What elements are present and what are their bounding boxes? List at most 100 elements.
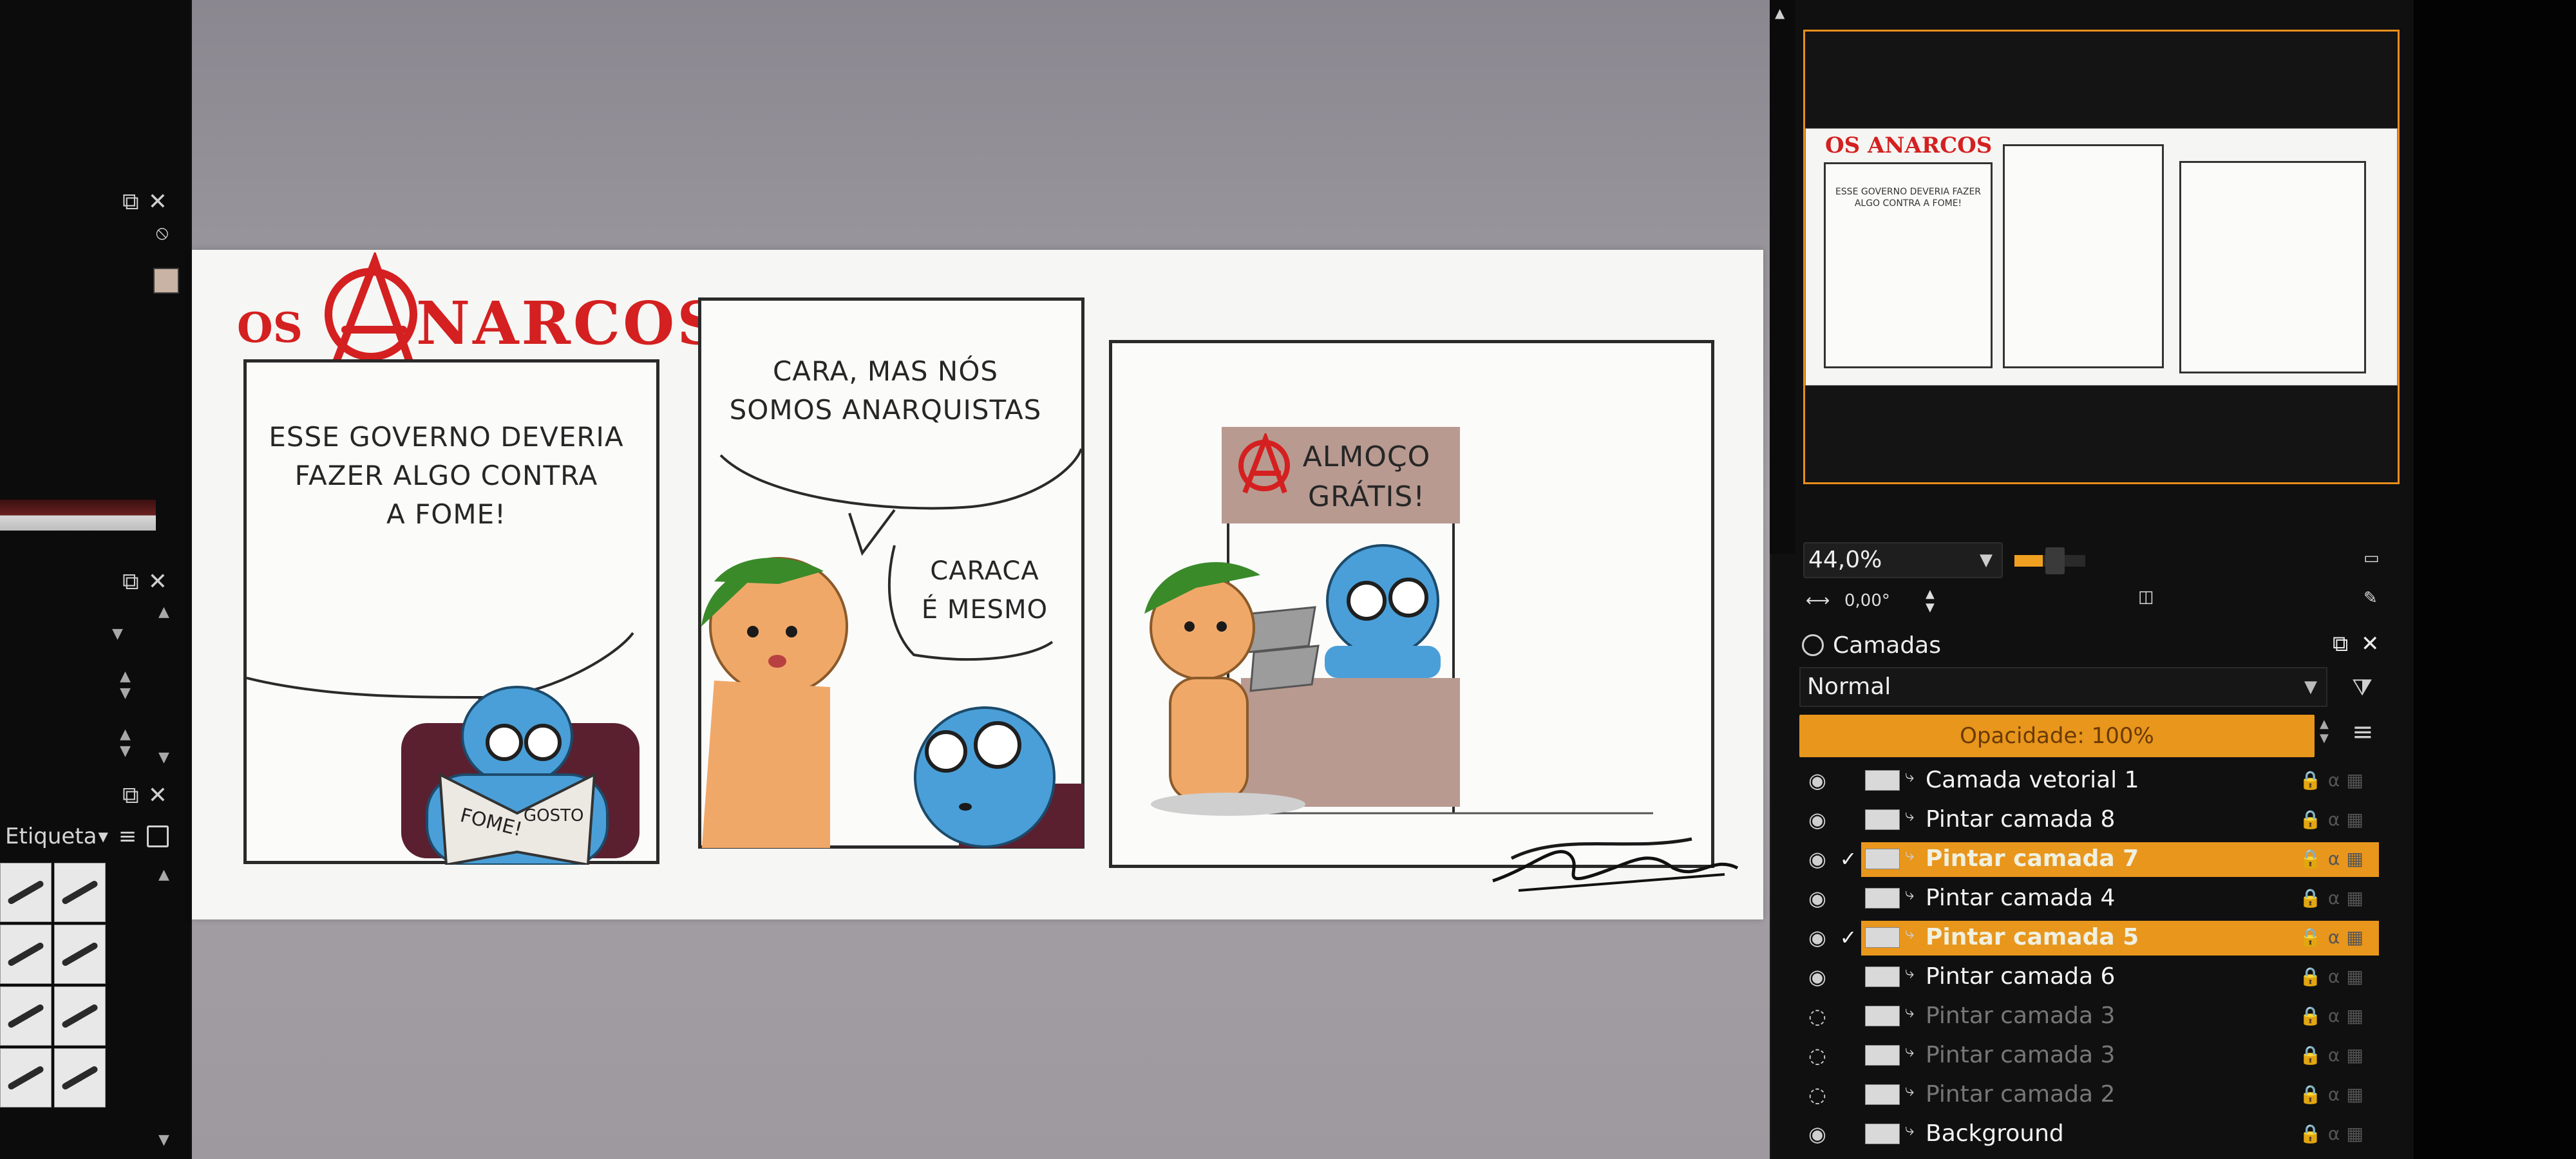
color-swatch[interactable] bbox=[153, 268, 179, 294]
layer-lock-alpha-icons[interactable]: 🔒α▦ bbox=[2299, 1115, 2376, 1153]
brush-preset[interactable] bbox=[0, 1048, 52, 1107]
layer-thumbnail bbox=[1865, 809, 1900, 830]
zoom-slider[interactable] bbox=[2014, 547, 2085, 574]
brush-preset[interactable] bbox=[54, 986, 106, 1046]
layer-lock-alpha-icons[interactable]: 🔒α▦ bbox=[2299, 957, 2376, 996]
spin-up-icon[interactable]: ▲ bbox=[120, 728, 131, 742]
layer-thumbnail bbox=[1865, 1006, 1900, 1026]
eye-icon[interactable]: ◉ bbox=[1804, 957, 1830, 996]
color-gradient-bar[interactable] bbox=[0, 500, 156, 531]
mirror-icon[interactable]: ◫ bbox=[2138, 587, 2154, 607]
canvas-area[interactable]: OS NARCOS FOME! GOSTO ESSE GOVERNO DEVER… bbox=[192, 0, 1770, 1159]
layer-lock-alpha-icons[interactable]: 🔒α▦ bbox=[2299, 800, 2376, 839]
layer-lock-alpha-icons[interactable]: 🔒α▦ bbox=[2299, 879, 2376, 918]
layer-type-icon: ⤷ bbox=[1905, 1003, 1915, 1022]
layer-row[interactable]: ◉ ⤷ Background 🔒α▦ bbox=[1797, 1115, 2376, 1153]
vertical-scrollbar[interactable]: ▲ bbox=[1770, 0, 1795, 554]
panel3-art bbox=[1144, 427, 1692, 860]
rotation-value[interactable]: 0,00° bbox=[1844, 591, 1890, 610]
overview-panel[interactable]: ESSE GOVERNO DEVERIA FAZER ALGO CONTRA A… bbox=[1803, 30, 2400, 484]
artist-signature bbox=[1492, 850, 1739, 892]
eye-closed-icon[interactable]: ◌ bbox=[1804, 1036, 1830, 1075]
eye-icon[interactable]: ◉ bbox=[1804, 840, 1830, 878]
dropdown-arrow-icon[interactable]: ▼ bbox=[112, 627, 123, 641]
scroll-down-icon[interactable]: ▼ bbox=[158, 1133, 169, 1147]
brush-preset[interactable] bbox=[54, 925, 106, 984]
layer-lock-alpha-icons[interactable]: 🔒α▦ bbox=[2299, 918, 2376, 957]
pin-icon[interactable]: ✎ bbox=[2363, 589, 2378, 608]
brush-preset[interactable] bbox=[54, 863, 106, 922]
close-icon[interactable]: ✕ bbox=[148, 570, 167, 594]
blend-mode-select[interactable]: Normal ▼ bbox=[1799, 667, 2327, 707]
layer-row[interactable]: ◌ ⤷ Pintar camada 3 🔒α▦ bbox=[1797, 997, 2376, 1035]
brush-preset[interactable] bbox=[0, 863, 52, 922]
scroll-up-icon[interactable]: ▲ bbox=[158, 868, 169, 882]
zoom-slider-fill bbox=[2014, 555, 2043, 567]
float-icon[interactable]: ⧉ bbox=[2333, 631, 2348, 657]
brush-preset[interactable] bbox=[0, 986, 52, 1046]
dropdown-arrow-icon: ▼ bbox=[98, 829, 108, 844]
monitor-icon[interactable]: ▭ bbox=[2363, 549, 2380, 568]
svg-text:GOSTO: GOSTO bbox=[524, 806, 583, 825]
filter-icon[interactable]: ⧩ bbox=[2352, 675, 2372, 702]
brush-preset[interactable] bbox=[0, 925, 52, 984]
mini-panel-1: ESSE GOVERNO DEVERIA FAZER ALGO CONTRA A… bbox=[1824, 162, 1993, 368]
eye-icon[interactable]: ◉ bbox=[1804, 879, 1830, 918]
scroll-down-icon[interactable]: ▼ bbox=[158, 751, 169, 765]
close-icon[interactable]: ✕ bbox=[148, 191, 167, 214]
layer-thumbnail bbox=[1865, 966, 1900, 987]
layer-row[interactable]: ◉ ⤷ Camada vetorial 1 🔒α▦ bbox=[1797, 761, 2376, 800]
scroll-up-icon[interactable]: ▲ bbox=[1775, 5, 1785, 21]
layer-row[interactable]: ◉ ✓ ⤷ Pintar camada 7 🔒α▦ bbox=[1797, 840, 2379, 878]
tag-selector[interactable]: Etiqueta ▼ ≡ bbox=[0, 819, 184, 854]
layer-thumbnail bbox=[1865, 1084, 1900, 1105]
spin-arrows-icon[interactable]: ▲ ▼ bbox=[2320, 717, 2329, 746]
options-menu-icon[interactable]: ≡ bbox=[2352, 717, 2374, 747]
info-icon[interactable] bbox=[147, 825, 169, 847]
layer-row[interactable]: ◌ ⤷ Pintar camada 2 🔒α▦ bbox=[1797, 1075, 2376, 1114]
layer-check-icon[interactable]: ✓ bbox=[1835, 918, 1861, 957]
comic-strip-canvas[interactable]: OS NARCOS FOME! GOSTO ESSE GOVERNO DEVER… bbox=[192, 250, 1763, 919]
spin-up-icon[interactable]: ▲ bbox=[120, 670, 131, 684]
float-icon[interactable]: ⧉ bbox=[122, 191, 139, 214]
zoom-dropdown[interactable]: 44,0% ▼ bbox=[1803, 542, 2003, 578]
eye-icon[interactable]: ◉ bbox=[1804, 1115, 1830, 1153]
eye-closed-icon[interactable]: ◌ bbox=[1804, 997, 1830, 1035]
sign-line: ALMOÇO bbox=[1302, 440, 1431, 473]
no-entry-icon[interactable]: ⦸ bbox=[156, 221, 169, 245]
layers-panel-icon bbox=[1802, 634, 1824, 656]
bubble-line: SOMOS ANARQUISTAS bbox=[729, 394, 1042, 426]
spin-down-icon[interactable]: ▼ bbox=[120, 744, 131, 759]
spin-down-icon[interactable]: ▼ bbox=[120, 686, 131, 701]
brush-preset[interactable] bbox=[54, 1048, 106, 1107]
opacity-slider[interactable]: Opacidade: 100% bbox=[1799, 715, 2315, 757]
layer-row[interactable]: ◌ ⤷ Pintar camada 3 🔒α▦ bbox=[1797, 1036, 2376, 1075]
layer-lock-alpha-icons[interactable]: 🔒α▦ bbox=[2299, 1036, 2376, 1075]
mini-bubble-1: ESSE GOVERNO DEVERIA FAZER ALGO CONTRA A… bbox=[1835, 187, 1982, 209]
comic-panel-1: FOME! GOSTO ESSE GOVERNO DEVERIA FAZER A… bbox=[243, 359, 659, 865]
layer-row[interactable]: ◉ ⤷ Pintar camada 6 🔒α▦ bbox=[1797, 957, 2376, 996]
layer-row[interactable]: ◉ ⤷ Pintar camada 8 🔒α▦ bbox=[1797, 800, 2376, 839]
float-icon[interactable]: ⧉ bbox=[122, 784, 139, 807]
layer-row[interactable]: ◉ ⤷ Pintar camada 4 🔒α▦ bbox=[1797, 879, 2376, 918]
scroll-up-icon[interactable]: ▲ bbox=[158, 605, 169, 619]
layer-check-icon[interactable]: ✓ bbox=[1835, 840, 1861, 878]
menu-icon[interactable]: ≡ bbox=[118, 824, 137, 849]
eye-closed-icon[interactable]: ◌ bbox=[1804, 1075, 1830, 1114]
eye-icon[interactable]: ◉ bbox=[1804, 918, 1830, 957]
close-icon[interactable]: ✕ bbox=[2361, 631, 2380, 657]
layer-row[interactable]: ◉ ✓ ⤷ Pintar camada 5 🔒α▦ bbox=[1797, 918, 2379, 957]
overview-thumbnail[interactable]: ESSE GOVERNO DEVERIA FAZER ALGO CONTRA A… bbox=[1805, 128, 2398, 386]
zoom-slider-handle[interactable] bbox=[2045, 547, 2065, 574]
eye-icon[interactable]: ◉ bbox=[1804, 800, 1830, 839]
layer-lock-alpha-icons[interactable]: 🔒α▦ bbox=[2299, 1075, 2376, 1114]
eye-icon[interactable]: ◉ bbox=[1804, 761, 1830, 800]
close-icon[interactable]: ✕ bbox=[148, 784, 167, 807]
tag-label: Etiqueta bbox=[5, 824, 97, 849]
layer-thumbnail bbox=[1865, 1124, 1900, 1144]
float-icon[interactable]: ⧉ bbox=[122, 570, 139, 594]
layer-lock-alpha-icons[interactable]: 🔒α▦ bbox=[2299, 761, 2376, 800]
layer-lock-alpha-icons[interactable]: 🔒α▦ bbox=[2299, 840, 2376, 878]
layer-lock-alpha-icons[interactable]: 🔒α▦ bbox=[2299, 997, 2376, 1035]
spin-arrows-icon[interactable]: ▲ ▼ bbox=[1926, 587, 1935, 614]
